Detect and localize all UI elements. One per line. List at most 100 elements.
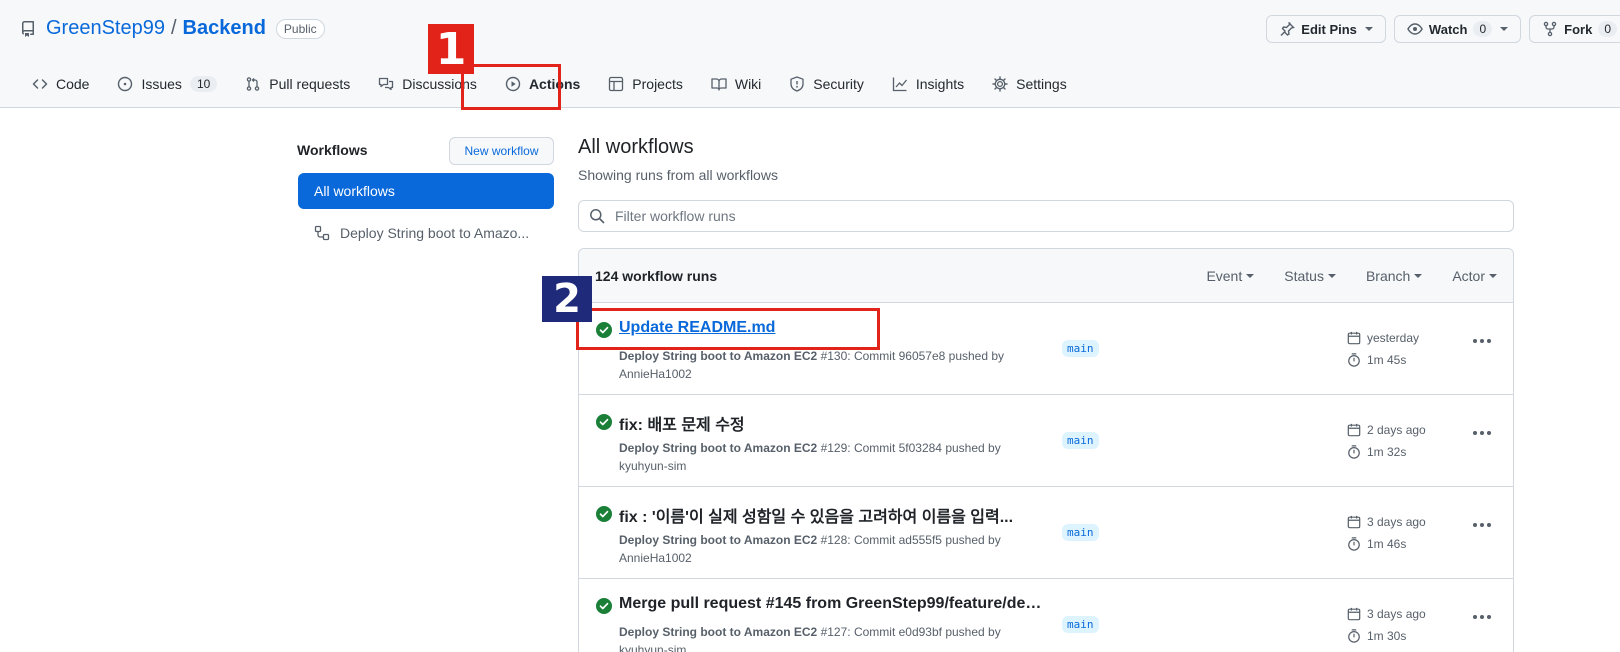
- run-meta: Deploy String boot to Amazon EC2 #128: C…: [619, 531, 1049, 567]
- fork-label: Fork: [1564, 21, 1593, 37]
- tab-label: Settings: [1016, 76, 1067, 92]
- run-duration-value: 1m 30s: [1367, 629, 1407, 643]
- table-icon: [609, 76, 624, 92]
- actor-filter[interactable]: Actor: [1452, 268, 1497, 284]
- run-title-link[interactable]: fix : '이름'이 실제 성함일 수 있음을 고려하여 이름을 입력...: [619, 503, 1049, 527]
- run-duration: 1m 32s: [1347, 445, 1406, 459]
- chevron-down-icon: [1414, 274, 1423, 278]
- kebab-menu-icon[interactable]: [1473, 523, 1491, 527]
- issues-count: 10: [189, 76, 218, 92]
- event-filter-label: Event: [1206, 268, 1243, 284]
- run-title-link[interactable]: fix: 배포 문제 수정: [619, 411, 1049, 435]
- event-filter[interactable]: Event: [1206, 268, 1255, 284]
- search-icon: [590, 209, 605, 224]
- run-meta: Deploy String boot to Amazon EC2 #127: C…: [619, 623, 1049, 652]
- repo-tabs: Code Issues 10 Pull requests Discussions…: [20, 66, 1083, 102]
- play-icon: [505, 76, 521, 92]
- kebab-menu-icon[interactable]: [1473, 431, 1491, 435]
- kebab-menu-icon[interactable]: [1473, 339, 1491, 343]
- check-circle-icon: [596, 322, 612, 338]
- run-duration-value: 1m 46s: [1367, 537, 1407, 551]
- code-icon: [32, 79, 48, 89]
- repo-header: GreenStep99 / Backend Public Edit Pins W…: [0, 0, 1620, 108]
- run-workflow-name: Deploy String boot to Amazon EC2: [619, 349, 818, 363]
- sidebar-item-deploy-workflow[interactable]: Deploy String boot to Amazo...: [298, 215, 554, 251]
- branch-filter[interactable]: Branch: [1365, 268, 1423, 284]
- branch-label[interactable]: main: [1062, 432, 1099, 449]
- watch-count: 0: [1473, 21, 1493, 37]
- runs-header: 124 workflow runs Event Status Branch Ac…: [579, 249, 1513, 303]
- issue-icon: [118, 76, 133, 92]
- run-time: 2 days ago: [1347, 423, 1426, 437]
- pull-request-icon: [247, 77, 260, 91]
- check-circle-icon: [596, 506, 612, 522]
- tab-insights[interactable]: Insights: [880, 68, 976, 100]
- workflow-icon: [314, 225, 330, 241]
- run-when: yesterday: [1367, 331, 1420, 345]
- run-when: 3 days ago: [1367, 607, 1426, 621]
- visibility-badge: Public: [275, 18, 325, 39]
- branch-label[interactable]: main: [1062, 616, 1099, 633]
- branch-label[interactable]: main: [1062, 340, 1099, 357]
- run-title-link[interactable]: Merge pull request #145 from GreenStep99…: [619, 595, 1049, 613]
- watch-button[interactable]: Watch 0: [1393, 15, 1522, 43]
- branch-label[interactable]: main: [1062, 524, 1099, 541]
- run-workflow-name: Deploy String boot to Amazon EC2: [619, 441, 818, 455]
- tab-issues[interactable]: Issues 10: [105, 68, 229, 100]
- repo-owner-link[interactable]: GreenStep99: [46, 17, 165, 40]
- tab-code[interactable]: Code: [20, 68, 101, 100]
- run-duration-value: 1m 32s: [1367, 445, 1407, 459]
- tab-label: Discussions: [402, 76, 477, 92]
- sidebar-item-all-workflows[interactable]: All workflows: [298, 173, 554, 209]
- actor-filter-label: Actor: [1452, 268, 1485, 284]
- tab-security[interactable]: Security: [777, 68, 876, 100]
- tab-wiki[interactable]: Wiki: [699, 68, 773, 100]
- workflow-run-row[interactable]: Merge pull request #145 from GreenStep99…: [579, 579, 1513, 652]
- filter-placeholder: Filter workflow runs: [615, 208, 736, 224]
- workflow-runs-list: 124 workflow runs Event Status Branch Ac…: [578, 248, 1514, 652]
- tab-settings[interactable]: Settings: [980, 68, 1079, 100]
- calendar-icon: [1347, 515, 1361, 529]
- run-workflow-name: Deploy String boot to Amazon EC2: [619, 625, 818, 639]
- tab-label: Security: [813, 76, 864, 92]
- fork-count: 0: [1598, 21, 1617, 37]
- branch-filter-label: Branch: [1365, 268, 1411, 284]
- chevron-down-icon: [1500, 27, 1509, 31]
- tab-pull-requests[interactable]: Pull requests: [233, 68, 362, 100]
- step-2-marker: 2: [542, 276, 592, 322]
- filter-runs-input[interactable]: Filter workflow runs: [578, 200, 1514, 232]
- tab-label: Projects: [632, 76, 683, 92]
- status-filter-label: Status: [1284, 268, 1324, 284]
- repo-name-link[interactable]: Backend: [183, 17, 266, 40]
- pin-icon: [1280, 22, 1296, 36]
- workflow-run-row[interactable]: fix: 배포 문제 수정 Deploy String boot to Amaz…: [579, 395, 1513, 487]
- kebab-menu-icon[interactable]: [1473, 615, 1491, 619]
- stopwatch-icon: [1348, 537, 1360, 551]
- tab-label: Issues: [141, 76, 182, 92]
- tab-actions[interactable]: Actions: [493, 68, 592, 100]
- run-title-link[interactable]: Update README.md: [619, 319, 1049, 337]
- tab-projects[interactable]: Projects: [596, 68, 695, 100]
- workflow-run-row[interactable]: fix : '이름'이 실제 성함일 수 있음을 고려하여 이름을 입력... …: [579, 487, 1513, 579]
- eye-icon: [1407, 23, 1423, 35]
- edit-pins-button[interactable]: Edit Pins: [1266, 15, 1386, 43]
- workflow-run-row[interactable]: Update README.md Deploy String boot to A…: [579, 303, 1513, 395]
- run-time: yesterday: [1347, 331, 1419, 345]
- fork-button[interactable]: Fork 0: [1529, 15, 1620, 43]
- tab-label: Wiki: [734, 76, 762, 92]
- run-when: 3 days ago: [1367, 515, 1426, 529]
- calendar-icon: [1347, 331, 1361, 345]
- page-title: All workflows: [578, 136, 694, 158]
- graph-icon: [892, 77, 907, 92]
- run-time: 3 days ago: [1347, 607, 1426, 621]
- repo-icon: [20, 20, 36, 37]
- check-circle-icon: [596, 598, 612, 614]
- new-workflow-button[interactable]: New workflow: [449, 137, 554, 165]
- chevron-down-icon: [1246, 274, 1255, 278]
- run-duration: 1m 45s: [1347, 353, 1406, 367]
- status-filter[interactable]: Status: [1284, 268, 1336, 284]
- stopwatch-icon: [1348, 629, 1360, 643]
- page-subtitle: Showing runs from all workflows: [578, 167, 778, 183]
- run-when: 2 days ago: [1367, 423, 1426, 437]
- repo-separator: /: [170, 17, 177, 39]
